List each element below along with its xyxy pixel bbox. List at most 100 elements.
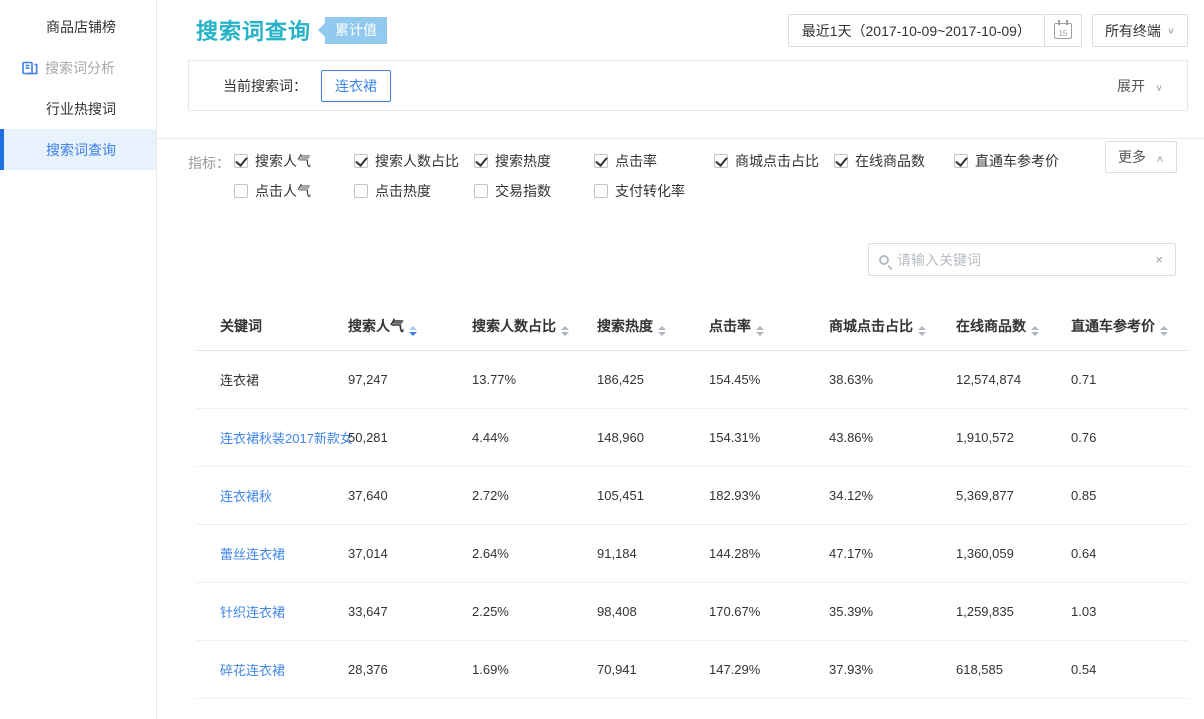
top-controls: 最近1天（2017-10-09~2017-10-09） 15 所有终端 ∨ [788, 14, 1188, 47]
metric-checkbox-transaction-index[interactable]: 交易指数 [474, 181, 594, 201]
checkbox-icon[interactable] [954, 154, 968, 168]
metric-label: 直通车参考价 [975, 151, 1059, 171]
value-cell: 154.45% [709, 351, 829, 409]
metric-label: 点击人气 [255, 181, 311, 201]
value-cell: 618,585 [956, 641, 1071, 699]
checkbox-icon[interactable] [354, 154, 368, 168]
terminal-dropdown[interactable]: 所有终端 ∨ [1092, 14, 1188, 47]
sidebar-item-label: 商品店铺榜 [46, 17, 116, 37]
col-header-search-user-ratio[interactable]: 搜索人数占比 [472, 303, 597, 351]
clear-icon[interactable]: × [1153, 252, 1165, 267]
metric-checkbox-ztc-reference-price[interactable]: 直通车参考价 [954, 151, 1074, 171]
checkbox-icon[interactable] [594, 154, 608, 168]
col-header-search-heat[interactable]: 搜索热度 [597, 303, 709, 351]
current-search-term-label: 当前搜索词： [223, 76, 307, 96]
metric-checkbox-search-heat[interactable]: 搜索热度 [474, 151, 594, 171]
keyword-link[interactable]: 蕾丝连衣裙 [220, 547, 285, 562]
col-header-online-products[interactable]: 在线商品数 [956, 303, 1071, 351]
value-cell: 47.17% [829, 525, 956, 583]
current-search-term-tag[interactable]: 连衣裙 [321, 70, 391, 102]
keyword-cell: 碎花连衣裙 [196, 641, 348, 699]
metrics-row-2: 点击人气 点击热度 交易指数 支付转化率 [234, 181, 1188, 201]
metric-checkbox-click-popularity[interactable]: 点击人气 [234, 181, 354, 201]
col-header-search-popularity[interactable]: 搜索人气 [348, 303, 472, 351]
keyword-link[interactable]: 针织连衣裙 [220, 605, 285, 620]
col-header-click-rate[interactable]: 点击率 [709, 303, 829, 351]
value-cell: 37,640 [348, 467, 472, 525]
value-cell: 43.86% [829, 409, 956, 467]
value-cell: 28,376 [348, 641, 472, 699]
metric-checkbox-click-rate[interactable]: 点击率 [594, 151, 714, 171]
checkbox-icon[interactable] [834, 154, 848, 168]
date-range-picker[interactable]: 最近1天（2017-10-09~2017-10-09） 15 [788, 14, 1082, 47]
col-header-ztc-price[interactable]: 直通车参考价 [1071, 303, 1188, 351]
metric-checkbox-click-heat[interactable]: 点击热度 [354, 181, 474, 201]
checkbox-icon[interactable] [354, 184, 368, 198]
col-header-mall-click-ratio[interactable]: 商城点击占比 [829, 303, 956, 351]
metric-checkbox-search-popularity[interactable]: 搜索人气 [234, 151, 354, 171]
keyword-link[interactable]: 连衣裙秋装2017新款女 [220, 431, 353, 446]
date-range-text[interactable]: 最近1天（2017-10-09~2017-10-09） [789, 15, 1045, 46]
table-row: 连衣裙 97,247 13.77% 186,425 154.45% 38.63%… [196, 351, 1188, 409]
sort-icon[interactable] [658, 326, 666, 336]
metric-checkbox-search-user-ratio[interactable]: 搜索人数占比 [354, 151, 474, 171]
metric-checkbox-mall-click-ratio[interactable]: 商城点击占比 [714, 151, 834, 171]
sort-icon[interactable] [561, 326, 569, 336]
keyword-link[interactable]: 碎花连衣裙 [220, 663, 285, 678]
value-cell: 35.39% [829, 583, 956, 641]
checkbox-icon[interactable] [234, 184, 248, 198]
cumulative-value-badge: 累计值 [325, 17, 387, 44]
search-row: × [188, 243, 1188, 276]
sort-icon[interactable] [918, 326, 926, 336]
page-title: 搜索词查询 [196, 14, 311, 46]
table-row: 连衣裙秋 37,640 2.72% 105,451 182.93% 34.12%… [196, 467, 1188, 525]
metric-checkbox-online-products[interactable]: 在线商品数 [834, 151, 954, 171]
value-cell: 1,910,572 [956, 409, 1071, 467]
sort-icon[interactable] [1031, 326, 1039, 336]
more-button[interactable]: 更多 ∧ [1105, 141, 1177, 173]
checkbox-icon[interactable] [714, 154, 728, 168]
main-content: 搜索词查询 累计值 最近1天（2017-10-09~2017-10-09） 15… [157, 0, 1204, 719]
metric-label: 点击热度 [375, 181, 431, 201]
sort-icon[interactable] [756, 326, 764, 336]
keyword-cell: 连衣裙 [196, 351, 348, 409]
value-cell: 2.64% [472, 525, 597, 583]
checkbox-icon[interactable] [594, 184, 608, 198]
checkbox-icon[interactable] [234, 154, 248, 168]
sidebar-item-label: 行业热搜词 [46, 99, 116, 119]
value-cell: 91,184 [597, 525, 709, 583]
sidebar-item-label: 搜索词分析 [45, 58, 115, 78]
table-row: 针织连衣裙 33,647 2.25% 98,408 170.67% 35.39%… [196, 583, 1188, 641]
value-cell: 0.76 [1071, 409, 1188, 467]
metrics-rows: 搜索人气 搜索人数占比 搜索热度 点击率 [234, 151, 1188, 211]
sidebar-item-search-term-analysis[interactable]: 搜索词分析 [0, 47, 156, 88]
keyword-link[interactable]: 连衣裙秋 [220, 489, 272, 504]
sidebar-item-industry-hot-words[interactable]: 行业热搜词 [0, 88, 156, 129]
sidebar-item-product-shop-rank[interactable]: 商品店铺榜 [0, 6, 156, 47]
keyword-cell: 针织连衣裙 [196, 583, 348, 641]
app-window: 商品店铺榜 搜索词分析 行业热搜词 搜索词查询 搜索词查询 累计值 最近1天（2… [0, 0, 1204, 719]
expand-link[interactable]: 展开 ∨ [1117, 76, 1163, 96]
sidebar-item-search-term-query[interactable]: 搜索词查询 [0, 129, 156, 170]
checkbox-icon[interactable] [474, 184, 488, 198]
metric-checkbox-payment-conversion[interactable]: 支付转化率 [594, 181, 714, 201]
sort-icon[interactable] [1160, 326, 1168, 336]
current-search-term-panel: 当前搜索词： 连衣裙 展开 ∨ [188, 60, 1188, 111]
calendar-button[interactable]: 15 [1045, 15, 1081, 46]
checkbox-icon[interactable] [474, 154, 488, 168]
keyword-search-box[interactable]: × [868, 243, 1176, 276]
sort-icon[interactable] [409, 326, 417, 336]
metric-label: 在线商品数 [855, 151, 925, 171]
value-cell: 69,150 [597, 699, 709, 719]
metric-label: 交易指数 [495, 181, 551, 201]
value-cell: 1,360,059 [956, 525, 1071, 583]
value-cell: 1.03 [1071, 583, 1188, 641]
table-row: 连衣裙秋装2017新款女 50,281 4.44% 148,960 154.31… [196, 409, 1188, 467]
value-cell: 182.93% [709, 467, 829, 525]
metrics-label: 指标： [188, 151, 234, 211]
value-cell: 144.28% [709, 525, 829, 583]
keyword-search-input[interactable] [897, 252, 1153, 268]
expand-label: 展开 [1117, 78, 1145, 94]
value-cell: 2.72% [472, 467, 597, 525]
search-icon [879, 255, 889, 265]
